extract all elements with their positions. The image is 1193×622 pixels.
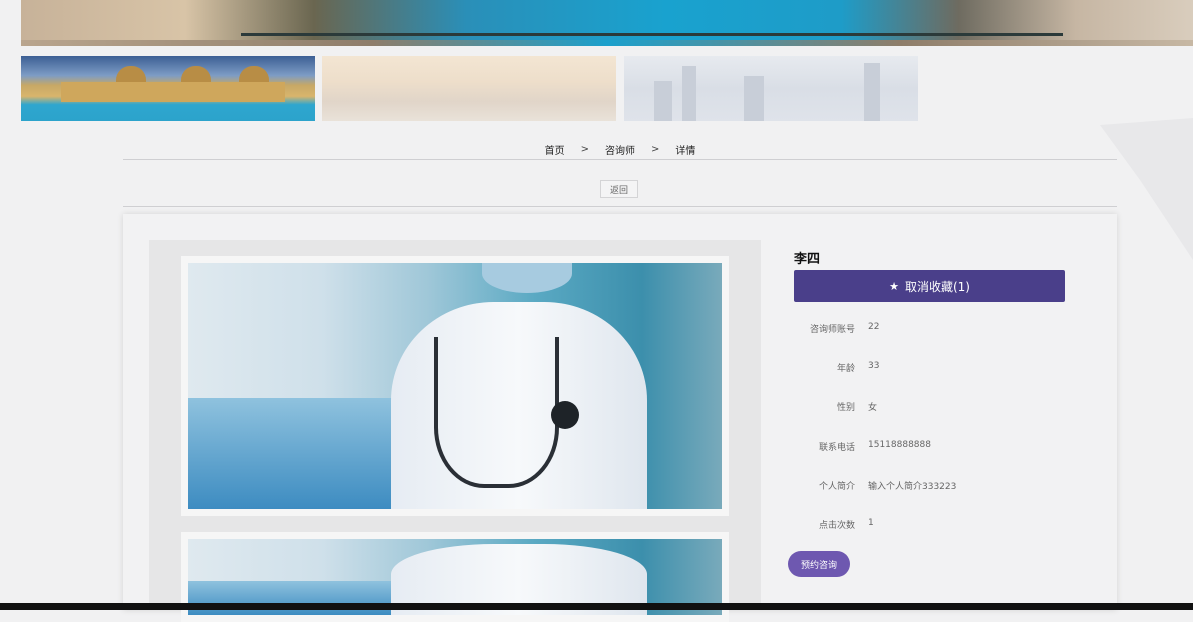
breadcrumb-home[interactable]: 首页: [537, 142, 573, 157]
breadcrumb-current: 详情: [675, 145, 696, 157]
hero-banner: [21, 0, 1193, 46]
breadcrumb: 首页 > 咨询师 > 详情: [123, 139, 1117, 160]
unfavorite-label: 取消收藏(1): [904, 279, 970, 294]
back-button[interactable]: 返回: [600, 180, 638, 198]
thumbnail-tower: [744, 76, 764, 121]
breadcrumb-separator: >: [580, 143, 589, 155]
banner-thumbnail-1[interactable]: [21, 56, 315, 121]
detail-value: 22: [868, 322, 880, 332]
banner-thumbnail-2[interactable]: [322, 56, 616, 121]
thumbnail-tower: [654, 81, 672, 121]
image-stethoscope: [551, 400, 580, 429]
bottom-edge: [0, 603, 1193, 610]
back-row: 返回: [123, 160, 1117, 207]
detail-row-gender: 性别 女: [773, 400, 1133, 416]
thumbnail-tower: [682, 66, 696, 121]
detail-card: 李四 ★ 取消收藏(1) 咨询师账号 22 年龄 33 性别 女 联系电话 15…: [123, 214, 1117, 622]
detail-label: 点击次数: [818, 521, 855, 531]
detail-value: 15118888888: [868, 440, 931, 450]
detail-value: 33: [868, 361, 880, 371]
detail-row-age: 年龄 33: [773, 361, 1133, 377]
image-mask: [481, 263, 573, 293]
breadcrumb-separator: >: [651, 143, 660, 155]
detail-value: 输入个人简介333223: [868, 482, 957, 492]
detail-row-phone: 联系电话 15118888888: [773, 440, 1133, 456]
detail-label: 个人简介: [818, 482, 855, 492]
hero-ground: [21, 40, 1193, 46]
banner-thumbnail-3[interactable]: [624, 56, 918, 121]
detail-value: 女: [868, 403, 878, 413]
counselor-photo: [181, 256, 729, 516]
detail-label: 联系电话: [818, 443, 855, 453]
detail-row-bio: 个人简介 输入个人简介333223: [773, 479, 1133, 495]
doctor-image: [188, 263, 722, 509]
detail-label: 性别: [836, 403, 855, 413]
thumbnail-building: [61, 82, 285, 102]
counselor-name: 李四: [794, 252, 821, 267]
detail-label: 年龄: [836, 364, 855, 374]
star-icon: ★: [889, 279, 899, 293]
book-consultation-button[interactable]: 预约咨询: [788, 551, 850, 577]
thumbnail-tower: [864, 63, 880, 121]
breadcrumb-list[interactable]: 咨询师: [597, 142, 643, 157]
image-bed: [188, 398, 402, 509]
unfavorite-button[interactable]: ★ 取消收藏(1): [794, 270, 1065, 302]
hero-railing: [241, 33, 1063, 36]
detail-label: 咨询师账号: [809, 325, 855, 335]
detail-value: 1: [868, 518, 874, 528]
image-gallery: [149, 240, 761, 622]
detail-row-account: 咨询师账号 22: [773, 322, 1133, 338]
image-stethoscope-tube: [433, 336, 560, 489]
detail-row-clicks: 点击次数 1: [773, 518, 1133, 534]
